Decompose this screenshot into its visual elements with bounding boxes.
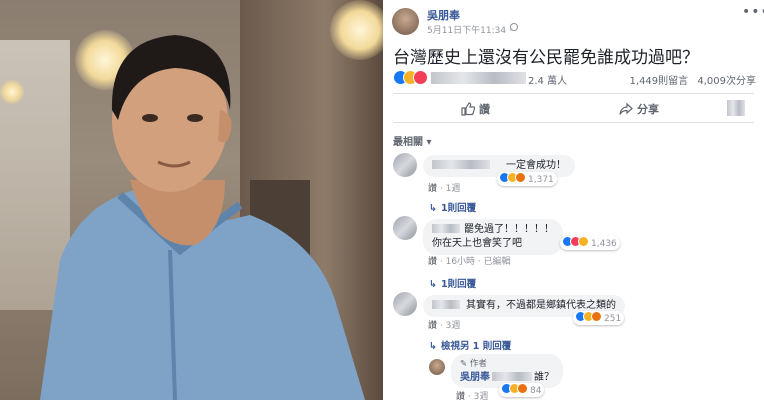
edited-label[interactable]: 已編輯	[484, 257, 511, 267]
comment-reactions[interactable]: 1,436	[560, 236, 620, 250]
reply-text: 誰？	[534, 372, 554, 383]
reply-meta: 讚 · 3週	[456, 392, 489, 400]
share-label: 分享	[637, 103, 659, 116]
view-more-replies-link[interactable]: ↳ 檢視另 1 則回覆	[429, 338, 511, 352]
reply-reactions[interactable]: 84	[499, 383, 545, 397]
like-label: 讚	[479, 103, 490, 116]
comment-bubble: 罷免過了！！！！！ 你在天上也會笑了吧	[423, 219, 563, 255]
portrait-photo	[0, 0, 383, 400]
reply-author-avatar[interactable]	[429, 359, 445, 375]
blurred-avatar	[727, 100, 745, 116]
author-name[interactable]: 吳朋奉	[427, 7, 460, 23]
comment-like-link[interactable]: 讚	[428, 257, 437, 267]
facebook-post: 吳朋奉 5月11日下午11:34 · ••• 台灣歷史上還沒有公民罷免誰成功過吧…	[383, 0, 764, 400]
reaction-count[interactable]: 2.4 萬人	[528, 72, 567, 87]
haha-reaction-icon	[578, 236, 589, 247]
reaction-count: 251	[604, 314, 622, 324]
comment-reactions[interactable]: 1,371	[497, 172, 557, 186]
comment-sort-dropdown[interactable]: 最相關 ▾	[393, 133, 432, 148]
comment-meta: 讚 · 3週	[428, 321, 461, 331]
comment-reactions[interactable]: 251	[573, 311, 625, 325]
comment-text: 一定會成功！	[506, 160, 566, 171]
like-button[interactable]: 讚	[461, 101, 490, 117]
comment-text-line2: 你在天上也會笑了吧	[432, 238, 522, 249]
comment-like-link[interactable]: 讚	[428, 184, 437, 194]
reply-arrow-icon: ↳	[429, 279, 437, 290]
commenter-avatar[interactable]	[393, 153, 417, 177]
author-avatar[interactable]	[392, 8, 419, 35]
love-reaction-icon	[413, 70, 428, 85]
commenter-avatar[interactable]	[393, 292, 417, 316]
comment-text-line1: 罷免過了！！！！！	[464, 224, 554, 235]
angry-reaction-icon	[591, 311, 602, 322]
comment-like-link[interactable]: 讚	[428, 321, 437, 331]
angry-reaction-icon	[515, 172, 526, 183]
blurred-name	[492, 372, 532, 381]
blurred-name	[432, 224, 460, 233]
reply-like-link[interactable]: 讚	[456, 392, 465, 400]
blurred-name	[432, 300, 460, 309]
commenter-avatar[interactable]	[393, 216, 417, 240]
blurred-name	[431, 72, 526, 84]
comment-text: 其實有，不過都是鄉鎮代表之類的	[466, 300, 616, 311]
post-time[interactable]: 5月11日下午11:34 ·	[427, 23, 512, 36]
pencil-icon: ✎	[460, 359, 468, 369]
reply-author-name[interactable]: 吳朋奉	[460, 372, 490, 383]
comment-age[interactable]: 3週	[446, 321, 461, 331]
post-stats: 1,449則留言 4,009次分享	[624, 72, 756, 87]
angry-reaction-icon	[517, 383, 528, 394]
view-replies-link[interactable]: ↳ 1則回覆	[429, 200, 476, 214]
comment-age[interactable]: 16小時	[446, 257, 475, 267]
post-text: 台灣歷史上還沒有公民罷免誰成功過吧？	[393, 48, 699, 68]
thumbs-up-icon	[461, 102, 476, 116]
share-arrow-icon	[619, 102, 633, 115]
share-button[interactable]: 分享	[619, 101, 659, 117]
comments-count[interactable]: 1,449則留言	[630, 76, 689, 87]
shares-count[interactable]: 4,009次分享	[697, 76, 756, 87]
reaction-count: 1,371	[528, 175, 554, 185]
comment-meta: 讚 · 16小時 · 已編輯	[428, 257, 511, 267]
reply-arrow-icon: ↳	[429, 203, 437, 214]
comment-age[interactable]: 1週	[446, 184, 461, 194]
reply-arrow-icon: ↳	[429, 341, 437, 352]
comment-meta: 讚 · 1週	[428, 184, 461, 194]
reaction-count: 84	[530, 386, 542, 396]
more-options-icon[interactable]: •••	[742, 4, 764, 20]
author-tag: ✎ 作者	[460, 359, 487, 369]
reply-age[interactable]: 3週	[474, 392, 489, 400]
view-replies-link[interactable]: ↳ 1則回覆	[429, 276, 476, 290]
reaction-count: 1,436	[591, 239, 617, 249]
blurred-name	[432, 160, 490, 169]
globe-icon	[510, 23, 518, 31]
man-figure	[40, 35, 365, 400]
